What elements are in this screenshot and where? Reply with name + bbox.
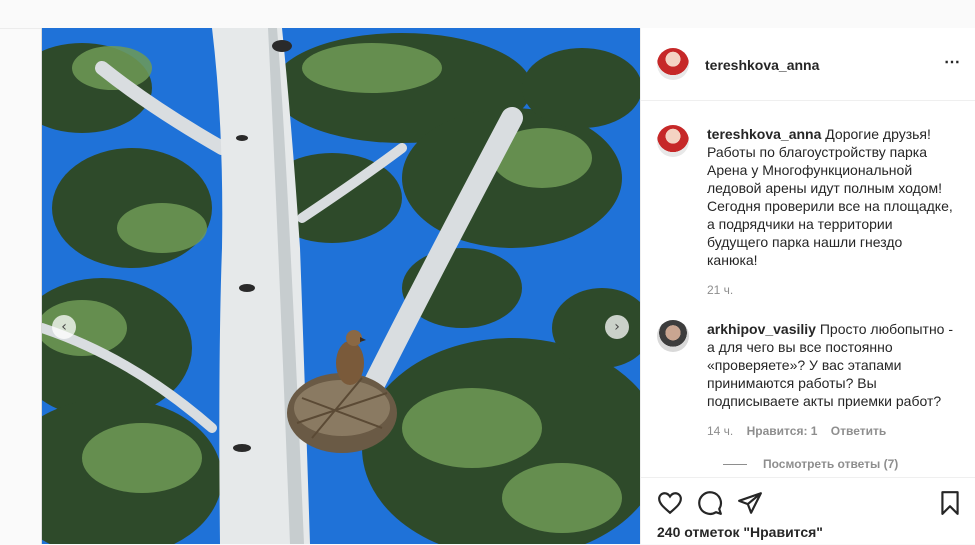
caption-username[interactable]: tereshkova_anna bbox=[707, 126, 821, 142]
view-replies-label: Посмотреть ответы (7) bbox=[763, 457, 899, 471]
post-photo[interactable]: ‹ › bbox=[42, 28, 640, 544]
view-replies-button[interactable]: Посмотреть ответы (7) bbox=[723, 457, 898, 471]
replies-divider bbox=[723, 463, 747, 465]
caption-avatar[interactable] bbox=[657, 125, 689, 157]
carousel-next-button[interactable]: › bbox=[605, 315, 629, 339]
post-sidebar: tereshkova_anna ⋯ tereshkova_anna Дороги… bbox=[640, 28, 975, 544]
bookmark-icon[interactable] bbox=[937, 490, 963, 521]
author-username[interactable]: tereshkova_anna bbox=[705, 57, 819, 73]
comment-body: arkhipov_vasiliy Просто любопытно - а дл… bbox=[707, 320, 955, 410]
comment-timestamp[interactable]: 14 ч. bbox=[707, 424, 733, 438]
share-icon[interactable] bbox=[737, 490, 763, 521]
caption-timestamp[interactable]: 21 ч. bbox=[707, 283, 733, 297]
more-options-icon[interactable]: ⋯ bbox=[944, 52, 961, 72]
chevron-right-icon: › bbox=[614, 319, 620, 335]
comment-icon[interactable] bbox=[697, 490, 723, 521]
caption-body: tereshkova_anna Дорогие друзья! Работы п… bbox=[707, 125, 955, 269]
comment-reply-button[interactable]: Ответить bbox=[831, 424, 886, 438]
comment-meta: 14 ч. Нравится: 1 Ответить bbox=[707, 424, 886, 438]
caption-text: Дорогие друзья! Работы по благоустройств… bbox=[707, 126, 953, 268]
chevron-left-icon: ‹ bbox=[61, 319, 67, 335]
post-actions: 240 отметок "Нравится" bbox=[641, 477, 975, 545]
comments-list[interactable]: tereshkova_anna Дорогие друзья! Работы п… bbox=[641, 101, 975, 477]
tree-nest-image bbox=[42, 28, 640, 544]
carousel-prev-button[interactable]: ‹ bbox=[52, 315, 76, 339]
comment-likes-count[interactable]: Нравится: 1 bbox=[747, 424, 818, 438]
comment-username[interactable]: arkhipov_vasiliy bbox=[707, 321, 816, 337]
heart-icon[interactable] bbox=[657, 490, 683, 521]
author-avatar[interactable] bbox=[657, 48, 689, 80]
commenter-avatar[interactable] bbox=[657, 320, 689, 352]
likes-count[interactable]: 240 отметок "Нравится" bbox=[657, 524, 823, 540]
browser-top-strip bbox=[0, 0, 975, 29]
post-modal: ‹ › tereshkova_anna ⋯ tereshkova_anna До… bbox=[41, 28, 975, 544]
comment-item: arkhipov_vasiliy Просто любопытно - а дл… bbox=[657, 320, 961, 471]
caption-comment: tereshkova_anna Дорогие друзья! Работы п… bbox=[657, 125, 961, 305]
post-header: tereshkova_anna ⋯ bbox=[641, 28, 975, 101]
